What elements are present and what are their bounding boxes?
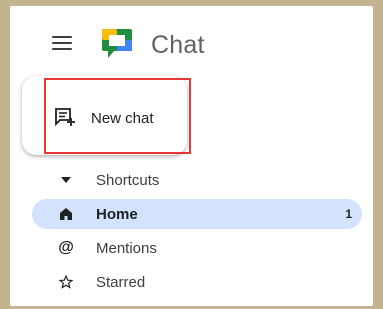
chat-sidebar-panel: Chat New chat Shortcuts Home 1 @ Mention… xyxy=(10,6,373,306)
triangle-down-icon xyxy=(58,172,74,188)
nav-item-home[interactable]: Home 1 xyxy=(32,199,362,229)
new-chat-icon xyxy=(55,108,75,127)
nav-item-label: Shortcuts xyxy=(96,171,160,189)
nav-item-mentions[interactable]: @ Mentions xyxy=(32,233,362,263)
nav-item-starred[interactable]: Starred xyxy=(32,267,362,297)
nav-item-label: Home xyxy=(96,205,138,223)
nav-item-label: Mentions xyxy=(96,239,157,257)
main-menu-icon[interactable] xyxy=(52,36,72,52)
at-icon: @ xyxy=(58,239,74,256)
star-icon xyxy=(58,274,74,290)
new-chat-label: New chat xyxy=(91,110,154,127)
unread-count-badge: 1 xyxy=(345,207,352,221)
google-chat-logo xyxy=(102,29,132,58)
home-icon xyxy=(58,206,74,222)
nav-item-label: Starred xyxy=(96,273,146,291)
app-title: Chat xyxy=(151,31,205,59)
nav-item-shortcuts[interactable]: Shortcuts xyxy=(32,165,362,195)
